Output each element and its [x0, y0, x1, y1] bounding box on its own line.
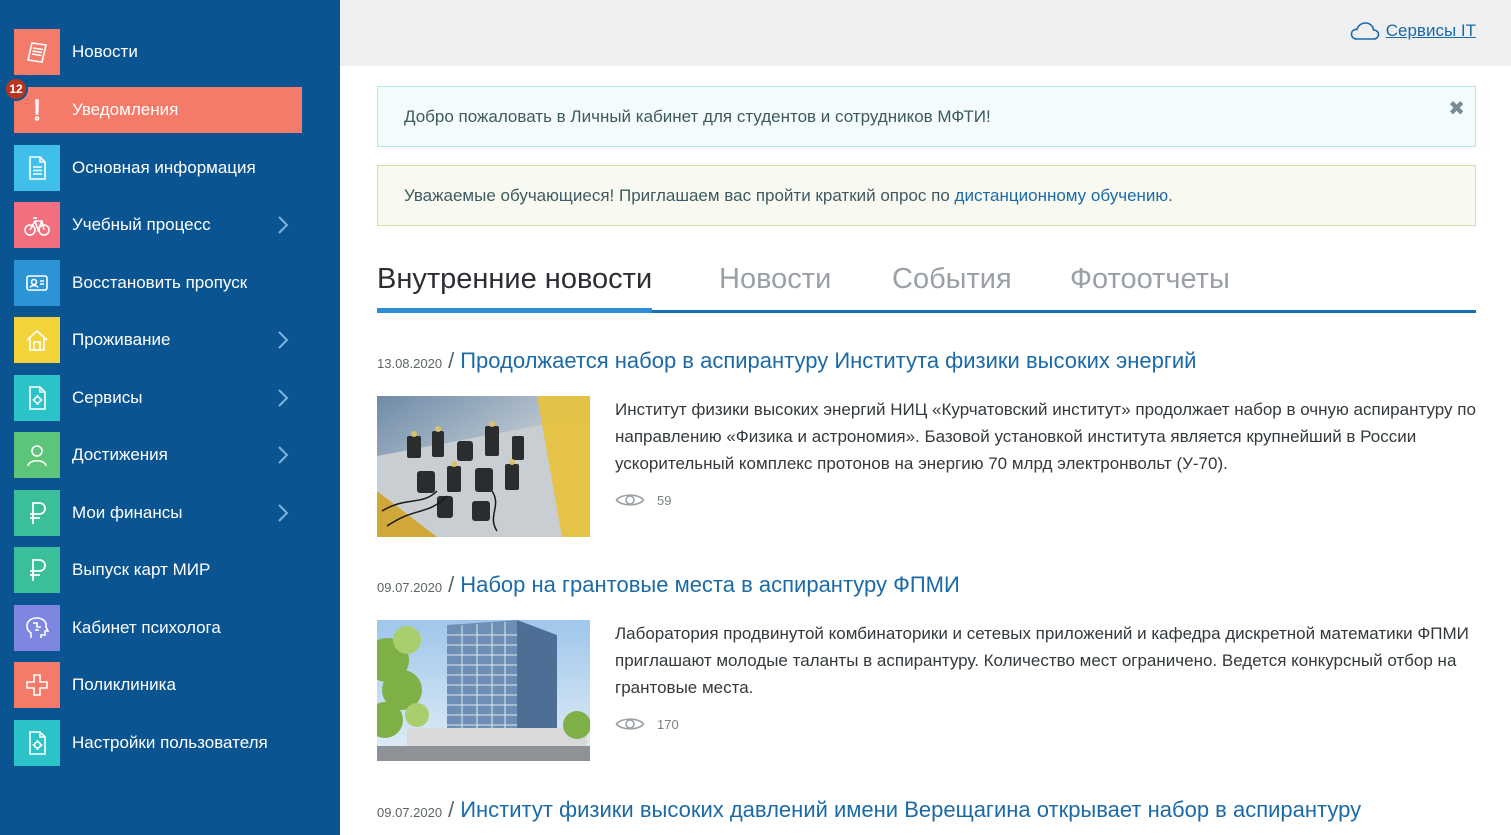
- tab-events[interactable]: События: [892, 263, 1012, 310]
- news-date: 09.07.2020: [377, 580, 443, 595]
- sidebar-item-notifications[interactable]: 12 Уведомления: [4, 77, 302, 133]
- views-counter: 59: [615, 491, 1476, 509]
- news-image-building[interactable]: [377, 620, 590, 761]
- sidebar-item-restore-pass[interactable]: Восстановить пропуск: [14, 260, 302, 306]
- welcome-alert: Добро пожаловать в Личный кабинет для ст…: [377, 86, 1476, 147]
- sidebar-item-study-process[interactable]: Учебный процесс: [14, 202, 302, 248]
- sidebar-item-finances[interactable]: Мои финансы: [14, 490, 302, 536]
- sidebar-item-label: Уведомления: [72, 100, 179, 119]
- date-separator: /: [448, 572, 455, 597]
- chevron-right-icon[interactable]: [268, 317, 298, 363]
- survey-alert-end: .: [1168, 185, 1173, 205]
- survey-alert-message: Уважаемые обучающиеся! Приглашаем вас пр…: [404, 185, 955, 205]
- services-it-link[interactable]: Сервисы IT: [1350, 21, 1476, 41]
- sidebar-item-label: Мои финансы: [72, 503, 183, 522]
- sidebar-item-label: Сервисы: [72, 388, 143, 407]
- tab-photo-reports[interactable]: Фотоотчеты: [1070, 263, 1230, 310]
- gear-document-icon: [14, 375, 60, 421]
- news-item: 09.07.2020 / Набор на грантовые места в …: [377, 572, 1476, 761]
- sidebar-item-main-info[interactable]: Основная информация: [14, 145, 302, 191]
- tab-internal-news[interactable]: Внутренние новости: [377, 263, 653, 313]
- date-separator: /: [448, 797, 455, 822]
- gear-document-icon: [14, 720, 60, 766]
- news-tabs: Внутренние новости Новости События Фотоо…: [377, 263, 1476, 313]
- newspaper-icon: [14, 29, 60, 75]
- survey-alert: Уважаемые обучающиеся! Приглашаем вас пр…: [377, 165, 1476, 226]
- id-card-icon: [14, 260, 60, 306]
- brain-icon: [14, 605, 60, 651]
- sidebar: Новости 12 Уведомления Основная информац…: [0, 0, 340, 835]
- welcome-alert-text: Добро пожаловать в Личный кабинет для ст…: [404, 106, 991, 126]
- sidebar-item-label: Новости: [72, 42, 138, 61]
- sidebar-item-label: Достижения: [72, 445, 168, 464]
- news-image-laboratory[interactable]: [377, 396, 590, 537]
- ruble-icon: [14, 547, 60, 593]
- views-counter: 170: [615, 715, 1476, 733]
- sidebar-item-label: Основная информация: [72, 158, 256, 177]
- news-summary: Институт физики высоких энергий НИЦ «Кур…: [615, 400, 1476, 473]
- sidebar-item-label: Учебный процесс: [72, 215, 211, 234]
- date-separator: /: [448, 348, 455, 373]
- sidebar-item-label: Восстановить пропуск: [72, 273, 248, 292]
- chevron-right-icon[interactable]: [268, 375, 298, 421]
- document-icon: [14, 145, 60, 191]
- news-item: 13.08.2020 / Продолжается набор в аспира…: [377, 348, 1476, 537]
- person-icon: [14, 432, 60, 478]
- sidebar-item-label: Настройки пользователя: [72, 733, 268, 752]
- sidebar-item-achievements[interactable]: Достижения: [14, 432, 302, 478]
- news-title-link[interactable]: Институт физики высоких давлений имени В…: [460, 797, 1361, 823]
- news-item: 09.07.2020 / Институт физики высоких дав…: [377, 797, 1476, 827]
- house-icon: [14, 317, 60, 363]
- cross-icon: [14, 662, 60, 708]
- sidebar-item-label: Проживание: [72, 330, 171, 349]
- news-title-link[interactable]: Набор на грантовые места в аспирантуру Ф…: [460, 572, 960, 598]
- survey-alert-text: Уважаемые обучающиеся! Приглашаем вас пр…: [404, 186, 1173, 206]
- cloud-icon: [1350, 22, 1380, 40]
- sidebar-item-news[interactable]: Новости: [14, 29, 302, 75]
- sidebar-item-label: Кабинет психолога: [72, 618, 221, 637]
- sidebar-item-services[interactable]: Сервисы: [14, 375, 302, 421]
- views-count: 170: [657, 716, 679, 732]
- sidebar-item-psychologist[interactable]: Кабинет психолога: [14, 605, 302, 651]
- sidebar-item-housing[interactable]: Проживание: [14, 317, 302, 363]
- sidebar-item-mir-cards[interactable]: Выпуск карт МИР: [14, 547, 302, 593]
- top-bar: Сервисы IT: [340, 0, 1511, 66]
- eye-icon: [615, 494, 645, 506]
- chevron-right-icon[interactable]: [268, 432, 298, 478]
- notification-badge: 12: [4, 77, 28, 101]
- chevron-right-icon[interactable]: [268, 490, 298, 536]
- survey-link[interactable]: дистанционному обучению: [955, 186, 1169, 205]
- news-summary: Лаборатория продвинутой комбинаторики и …: [615, 624, 1469, 697]
- close-icon[interactable]: ✖: [1448, 99, 1465, 119]
- news-title-link[interactable]: Продолжается набор в аспирантуру Институ…: [460, 348, 1196, 374]
- bicycle-icon: [14, 202, 60, 248]
- services-it-label: Сервисы IT: [1385, 21, 1476, 40]
- tab-news[interactable]: Новости: [719, 263, 831, 310]
- eye-icon: [615, 718, 645, 730]
- news-date: 09.07.2020: [377, 805, 443, 820]
- sidebar-item-label: Поликлиника: [72, 675, 176, 694]
- sidebar-item-label: Выпуск карт МИР: [72, 560, 211, 579]
- sidebar-item-clinic[interactable]: Поликлиника: [14, 662, 302, 708]
- chevron-right-icon[interactable]: [268, 202, 298, 248]
- sidebar-item-user-settings[interactable]: Настройки пользователя: [14, 720, 302, 766]
- ruble-icon: [14, 490, 60, 536]
- views-count: 59: [657, 492, 672, 508]
- news-date: 13.08.2020: [377, 356, 443, 371]
